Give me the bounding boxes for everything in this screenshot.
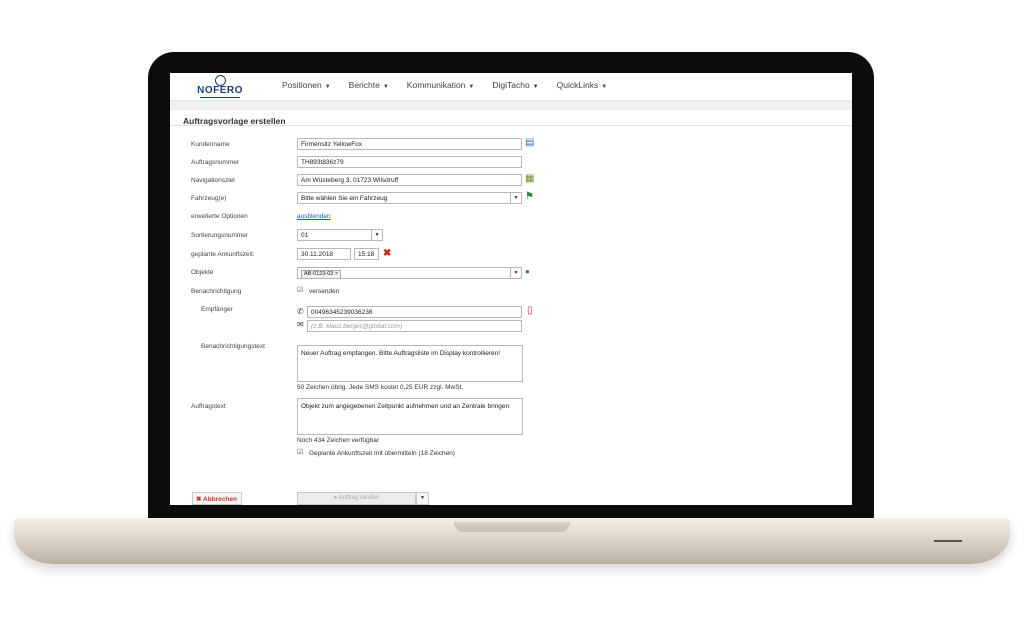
- close-x-icon: ✖: [196, 496, 204, 503]
- nav-kommunikation[interactable]: Kommunikation ▼: [407, 80, 475, 90]
- fahrzeug-select[interactable]: Bitte wählen Sie ein Fahrzeug ▼: [297, 192, 522, 204]
- objekt-tag[interactable]: AB-0123-03 ×: [301, 270, 342, 278]
- label-objekte: Objekte: [191, 269, 214, 276]
- label-navigationsziel: Navigationsziel: [191, 177, 235, 184]
- label-ankunftszeit: geplante Ankunftszeit:: [191, 251, 255, 258]
- chevron-down-icon: ▼: [510, 268, 521, 278]
- empfaenger-phone-input[interactable]: 00496345239036236: [307, 306, 522, 318]
- chevron-down-icon: ▼: [510, 193, 521, 203]
- caret-down-icon: ▼: [532, 84, 539, 90]
- main-menu: Positionen ▼ Berichte ▼ Kommunikation ▼ Dig…: [282, 80, 607, 90]
- label-auftragsnummer: Auftragsnummer: [191, 159, 240, 166]
- nav-digitacho[interactable]: DigiTacho ▼: [492, 80, 538, 90]
- caret-down-icon: ▼: [324, 84, 331, 90]
- auftragsnummer-input[interactable]: TH893t836z79: [297, 156, 522, 168]
- kundenname-input[interactable]: Firmensitz YellowFox: [297, 138, 522, 150]
- ausblenden-link[interactable]: ausblenden: [297, 213, 331, 220]
- label-benachrichtigungstext: Benachrichtigungstext: [201, 343, 265, 350]
- sms-info-text: 50 Zeichen übrig. Jede SMS kostet 0,25 E…: [297, 384, 464, 391]
- laptop-base: [14, 518, 1010, 564]
- top-navbar: NOFERO Positionen ▼ Berichte ▼ Kommunikati…: [170, 73, 852, 101]
- versenden-label: versenden: [309, 288, 340, 295]
- save-button-label: Auftrag senden: [338, 495, 380, 501]
- vehicle-group-icon[interactable]: ⚑: [525, 191, 534, 203]
- label-sortierungsnummer: Sortierungsnummer: [191, 232, 249, 239]
- chevron-down-icon: ▼: [420, 495, 425, 501]
- zeichen-verfuegbar-text: Noch 434 Zeichen verfügbar: [297, 437, 380, 444]
- laptop-notch: [454, 522, 570, 532]
- benachrichtigungstext-textarea[interactable]: Neuer Auftrag empfangen. Bitte Auftragsl…: [297, 345, 523, 382]
- nav-positionen[interactable]: Positionen ▼: [282, 80, 331, 90]
- logo-text: NOFERO: [197, 85, 243, 96]
- sub-bar: [170, 101, 852, 110]
- sortierungsnummer-select[interactable]: 01 ▼: [297, 229, 383, 241]
- phone-icon: ✆: [297, 307, 304, 316]
- label-erweiterte-optionen: erweiterte Optionen: [191, 213, 248, 220]
- label-kundenname: Kundenname: [191, 141, 230, 148]
- nav-quicklinks[interactable]: QuickLinks ▼: [557, 80, 608, 90]
- label-auftragstext: Auftragstext: [191, 403, 226, 410]
- save-button[interactable]: ● Auftrag senden: [297, 492, 416, 505]
- empfaenger-email-input[interactable]: (z.B. klaus.berger@global.com): [307, 320, 522, 332]
- ankunft-date-input[interactable]: 30.11.2018: [297, 248, 351, 260]
- ankunftszeit-checkbox-label: Geplante Ankunftszeit mit übermitteln (1…: [309, 450, 455, 457]
- objekte-select[interactable]: AB-0123-03 × ▼: [297, 267, 522, 279]
- panel-title: Auftragsvorlage erstellen: [170, 110, 852, 126]
- versenden-checkbox[interactable]: ☑: [297, 287, 304, 294]
- caret-down-icon: ▼: [601, 84, 608, 90]
- label-empfaenger: Empfänger: [201, 306, 233, 313]
- nav-berichte[interactable]: Berichte ▼: [349, 80, 389, 90]
- caret-down-icon: ▼: [468, 84, 475, 90]
- auftragstext-textarea[interactable]: Objekt zum angegebenen Zeitpunkt aufnehm…: [297, 398, 523, 435]
- app-screen: NOFERO Positionen ▼ Berichte ▼ Kommunikati…: [170, 73, 852, 505]
- address-book-icon[interactable]: ▤: [525, 137, 534, 149]
- chevron-down-icon: ▼: [371, 230, 382, 240]
- ankunft-time-input[interactable]: 15:18: [354, 248, 379, 260]
- fahrzeug-select-value: Bitte wählen Sie ein Fahrzeug: [301, 195, 388, 202]
- label-benachrichtigung: Benachrichtigung: [191, 288, 242, 295]
- label-fahrzeug: Fahrzeug(e): [191, 195, 227, 202]
- logo-underline: [200, 97, 240, 98]
- map-icon[interactable]: ▦: [525, 173, 534, 185]
- mobile-phone-icon[interactable]: ▯: [527, 305, 533, 317]
- navigationsziel-input[interactable]: Am Wüsteberg 3, 01723 Wilsdruff: [297, 174, 522, 186]
- clear-x-icon[interactable]: ✖: [383, 248, 391, 260]
- caret-down-icon: ▼: [382, 84, 389, 90]
- laptop-indicator-line: [934, 540, 962, 542]
- cancel-button[interactable]: ✖ Abbrechen: [192, 492, 242, 505]
- cancel-button-label: Abbrechen: [203, 496, 237, 503]
- info-icon[interactable]: ●: [525, 266, 530, 278]
- ankunftszeit-checkbox[interactable]: ☑: [297, 449, 304, 456]
- nofero-logo[interactable]: NOFERO: [194, 75, 246, 99]
- sortierungsnummer-value: 01: [301, 232, 309, 239]
- envelope-icon: ✉: [297, 320, 304, 329]
- save-options-dropdown[interactable]: ▼: [416, 492, 429, 505]
